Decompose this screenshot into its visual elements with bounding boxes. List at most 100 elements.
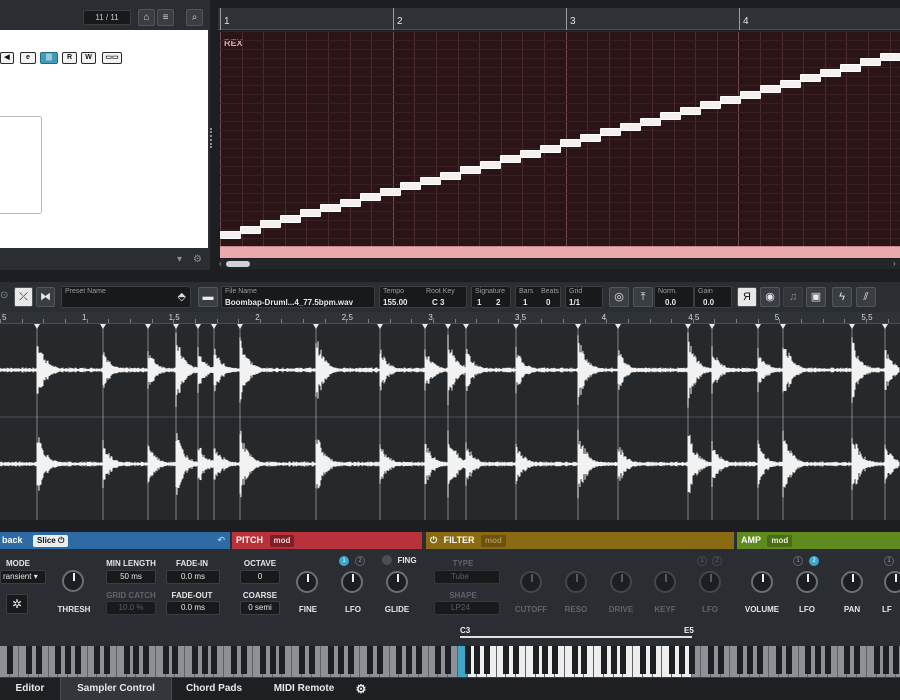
reverse-icon[interactable]: Я bbox=[737, 287, 757, 307]
black-key[interactable] bbox=[503, 646, 510, 674]
normalize-value[interactable]: 0.0 bbox=[665, 298, 676, 307]
midi-note[interactable] bbox=[320, 204, 341, 212]
black-key[interactable] bbox=[737, 646, 744, 674]
lfo-1-toggle[interactable]: 1 bbox=[339, 556, 349, 566]
midi-note[interactable] bbox=[720, 96, 741, 104]
black-key[interactable] bbox=[328, 646, 335, 674]
black-key[interactable] bbox=[123, 646, 130, 674]
midi-note[interactable] bbox=[340, 198, 361, 207]
midi-note[interactable] bbox=[700, 101, 721, 110]
black-key[interactable] bbox=[298, 646, 305, 674]
midi-note[interactable] bbox=[800, 74, 821, 83]
split-icon[interactable]: ⧓ bbox=[36, 287, 55, 307]
black-key[interactable] bbox=[240, 646, 247, 674]
black-key[interactable] bbox=[367, 646, 374, 674]
black-key[interactable] bbox=[6, 646, 13, 674]
black-key[interactable] bbox=[815, 646, 822, 674]
glide-knob[interactable] bbox=[386, 571, 408, 593]
coarse-value[interactable]: 0 semi bbox=[240, 601, 280, 615]
black-key[interactable] bbox=[259, 646, 266, 674]
normalize-field[interactable]: Norm. 0.0 bbox=[654, 286, 694, 308]
tempo-rootkey-field[interactable]: Tempo 155.00 Root Key C 3 bbox=[379, 286, 467, 308]
black-key[interactable] bbox=[230, 646, 237, 674]
tempo-value[interactable]: 155.00 bbox=[383, 298, 407, 307]
black-key[interactable] bbox=[805, 646, 812, 674]
volume-knob[interactable] bbox=[751, 571, 773, 593]
midi-note[interactable] bbox=[480, 160, 501, 169]
black-key[interactable] bbox=[532, 646, 539, 674]
black-key[interactable] bbox=[639, 646, 646, 674]
black-key[interactable] bbox=[347, 646, 354, 674]
black-key[interactable] bbox=[172, 646, 179, 674]
thresh-knob[interactable] bbox=[62, 570, 84, 592]
black-key[interactable] bbox=[143, 646, 150, 674]
black-key[interactable] bbox=[269, 646, 276, 674]
black-key[interactable] bbox=[542, 646, 549, 674]
prev-button[interactable]: ◀ bbox=[0, 52, 14, 64]
slice-edit-icon[interactable]: ✲ bbox=[6, 594, 28, 614]
black-key[interactable] bbox=[620, 646, 627, 674]
note-icon[interactable]: ♫ bbox=[783, 287, 803, 307]
scroll-right-icon[interactable]: › bbox=[893, 259, 896, 268]
panel-splitter[interactable] bbox=[210, 0, 218, 270]
midi-note[interactable] bbox=[240, 225, 261, 234]
search-icon[interactable]: ⌕ bbox=[186, 9, 203, 26]
filter-lfo-2-toggle[interactable]: 2 bbox=[712, 556, 722, 566]
black-key[interactable] bbox=[513, 646, 520, 674]
black-key[interactable] bbox=[824, 646, 831, 674]
mode-select[interactable]: ransient ▾ bbox=[0, 570, 46, 584]
grid-catch-value[interactable]: 10.0 % bbox=[106, 601, 156, 615]
black-key[interactable] bbox=[678, 646, 685, 674]
power-icon[interactable]: ⊙ bbox=[0, 290, 8, 301]
amp-lfo-1-toggle[interactable]: 1 bbox=[793, 556, 803, 566]
target-icon[interactable]: ◎ bbox=[609, 287, 629, 307]
undo-icon[interactable]: ↶ bbox=[217, 532, 225, 549]
midi-note[interactable] bbox=[360, 193, 381, 202]
loop-icon[interactable]: ◉ bbox=[760, 287, 780, 307]
fine-knob[interactable] bbox=[296, 571, 318, 593]
lfo-2-toggle[interactable]: 2 bbox=[355, 556, 365, 566]
gain-value[interactable]: 0.0 bbox=[703, 298, 714, 307]
black-key[interactable] bbox=[191, 646, 198, 674]
layout-button[interactable]: ▭▭ bbox=[102, 52, 122, 64]
beats-value[interactable]: 0 bbox=[546, 298, 550, 307]
amp-lfo2-1-toggle[interactable]: 1 bbox=[884, 556, 894, 566]
midi-note[interactable] bbox=[840, 63, 861, 72]
fade-out-value[interactable]: 0.0 ms bbox=[166, 601, 220, 615]
black-key[interactable] bbox=[756, 646, 763, 674]
scroll-left-icon[interactable]: ‹ bbox=[219, 259, 222, 268]
black-key[interactable] bbox=[26, 646, 33, 674]
black-key[interactable] bbox=[94, 646, 101, 674]
stripes-icon[interactable]: ⫽ bbox=[856, 287, 876, 307]
signature-denominator[interactable]: 2 bbox=[496, 298, 500, 307]
midi-note[interactable] bbox=[620, 123, 641, 131]
black-key[interactable] bbox=[104, 646, 111, 674]
midi-note[interactable] bbox=[780, 79, 801, 88]
filter-lfo-1-toggle[interactable]: 1 bbox=[697, 556, 707, 566]
cutoff-knob[interactable] bbox=[520, 571, 542, 593]
black-key[interactable] bbox=[55, 646, 62, 674]
horizontal-scrollbar[interactable]: ‹ › bbox=[219, 259, 900, 269]
black-key[interactable] bbox=[337, 646, 344, 674]
black-key[interactable] bbox=[649, 646, 656, 674]
save-preset-icon[interactable]: ⬘ bbox=[178, 290, 186, 303]
midi-note[interactable] bbox=[420, 177, 441, 185]
black-key[interactable] bbox=[708, 646, 715, 674]
midi-note[interactable] bbox=[280, 214, 301, 223]
black-key[interactable] bbox=[552, 646, 559, 674]
bars-value[interactable]: 1 bbox=[523, 298, 527, 307]
black-key[interactable] bbox=[35, 646, 42, 674]
octave-value[interactable]: 0 bbox=[240, 570, 280, 584]
folder-icon[interactable]: ▬ bbox=[198, 287, 218, 307]
bar-ruler[interactable]: 1 2 3 4 bbox=[218, 8, 900, 30]
black-key[interactable] bbox=[893, 646, 900, 674]
amp-lfo2-knob[interactable] bbox=[884, 571, 900, 593]
waveform-button[interactable]: ||| bbox=[40, 52, 58, 64]
velocity-lane[interactable] bbox=[220, 246, 900, 258]
black-key[interactable] bbox=[600, 646, 607, 674]
fingered-toggle[interactable] bbox=[382, 555, 392, 565]
black-key[interactable] bbox=[581, 646, 588, 674]
black-key[interactable] bbox=[74, 646, 81, 674]
length-field[interactable]: Bars 1 Beats 0 bbox=[515, 286, 561, 308]
tab-midi-remote[interactable]: MIDI Remote bbox=[256, 678, 352, 700]
